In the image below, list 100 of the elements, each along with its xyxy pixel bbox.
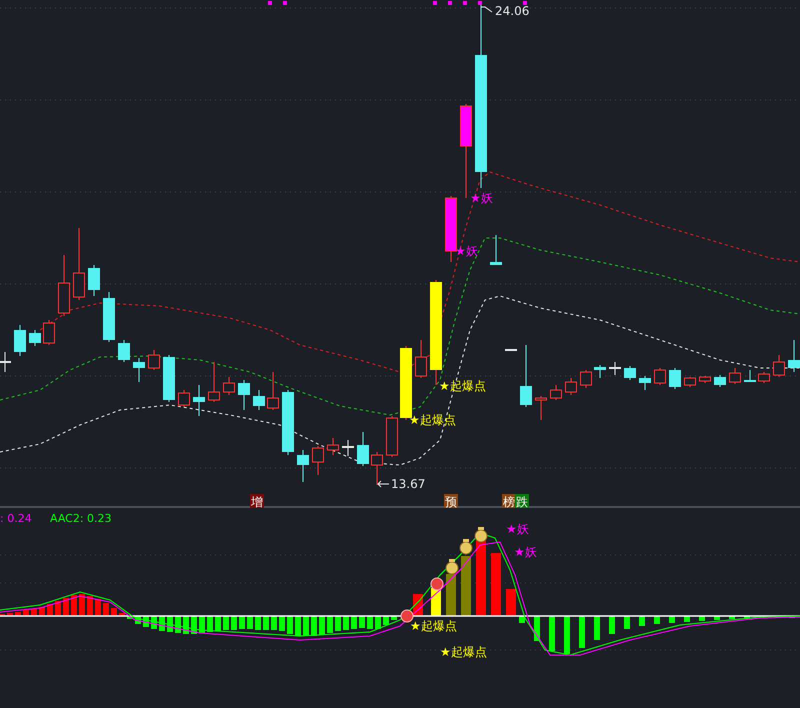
histogram-bar [279,616,285,631]
candlestick [669,368,681,390]
histogram-bar [351,616,357,629]
histogram-bar [63,598,69,616]
histogram-bar [111,608,117,616]
histogram-bar [87,596,93,616]
histogram-bar [215,616,221,631]
histogram-bar [287,616,293,634]
candlestick [357,432,369,466]
histogram-bar [729,616,735,619]
candlestick [208,362,220,402]
histogram-bar [744,616,750,619]
tag-label: 榜 [503,495,515,509]
candlestick [699,376,711,384]
candlestick [253,390,265,410]
indicator-readout: AAC2: 0.23 [50,512,112,525]
candlestick [624,366,636,380]
histogram-bar [15,612,21,616]
candlestick [43,320,55,346]
tag-label: 预 [445,495,457,509]
histogram-bar [579,616,585,648]
tag-label: 跌 [516,495,528,509]
histogram-bar [239,616,245,629]
histogram-bar [359,616,365,628]
histogram-bar [367,616,373,629]
histogram-bar [103,603,109,616]
breakout-signal-label: ★起爆点 [440,645,487,659]
candlestick [729,368,741,384]
histogram-bar [271,616,277,630]
histogram-bar [95,599,101,616]
candlestick [193,384,205,416]
histogram-bar [491,553,501,616]
histogram-bar [609,616,615,634]
histogram-bar [319,616,325,635]
candlestick [594,364,606,378]
candlestick [267,372,279,410]
candlestick [773,354,785,378]
candlestick [386,416,398,458]
histogram-bar [391,616,397,620]
histogram-bar [327,616,333,633]
candlestick [327,438,339,456]
candlestick [565,378,577,396]
money-bag-icon [460,539,472,554]
candlestick [178,390,190,408]
histogram-bar [564,616,570,654]
demon-signal-label: ★妖 [470,191,493,205]
histogram-bar [231,616,237,630]
candlestick [14,324,26,356]
candlestick [342,440,354,456]
candlestick [223,376,235,396]
candlestick [282,390,294,456]
indicator-readout: : 0.24 [0,512,32,525]
tag-label: 增 [251,495,263,509]
histogram-bar [255,616,261,630]
candlestick [609,362,621,376]
candlestick [550,384,562,400]
candlestick [118,340,130,362]
ball-icon [400,610,414,622]
candlestick [29,330,41,346]
candlestick [312,446,324,476]
candlestick [238,380,250,410]
candlestick [788,340,800,372]
candlestick [714,374,726,388]
candlestick [297,450,309,482]
demon-signal-label: ★妖 [514,545,537,559]
candlestick [490,234,502,266]
candlestick [520,344,532,408]
histogram-bar [549,616,555,651]
histogram-bar [624,616,630,629]
candlestick [415,340,427,378]
candlestick [133,358,145,382]
histogram-bar [335,616,341,631]
histogram-bar [47,604,53,616]
candlestick [654,368,666,386]
histogram-bar [714,616,720,620]
histogram-bar [311,616,317,636]
candlestick [744,370,756,382]
histogram-bar [79,594,85,616]
histogram-bar [343,616,349,630]
histogram-bar [127,616,133,619]
histogram-bar [461,556,471,616]
candlestick [580,370,592,388]
histogram-bar [119,613,125,616]
candlestick [535,396,547,420]
candlestick [505,348,517,352]
breakout-signal-label: ★起爆点 [409,413,456,427]
candlestick [758,372,770,384]
histogram-bar [223,616,229,630]
histogram-bar [594,616,600,640]
histogram-bar [295,616,301,636]
histogram-bar [55,601,61,616]
demon-signal-label: ★妖 [506,522,529,536]
candlestick [639,376,651,390]
breakout-signal-label: ★起爆点 [439,379,486,393]
histogram-bar [39,607,45,616]
ball-icon [430,578,444,590]
candlestick [58,254,70,316]
money-bag-icon [474,527,488,542]
high-price-label: 24.06 [480,4,530,18]
breakout-signal-label: ★起爆点 [410,619,457,633]
